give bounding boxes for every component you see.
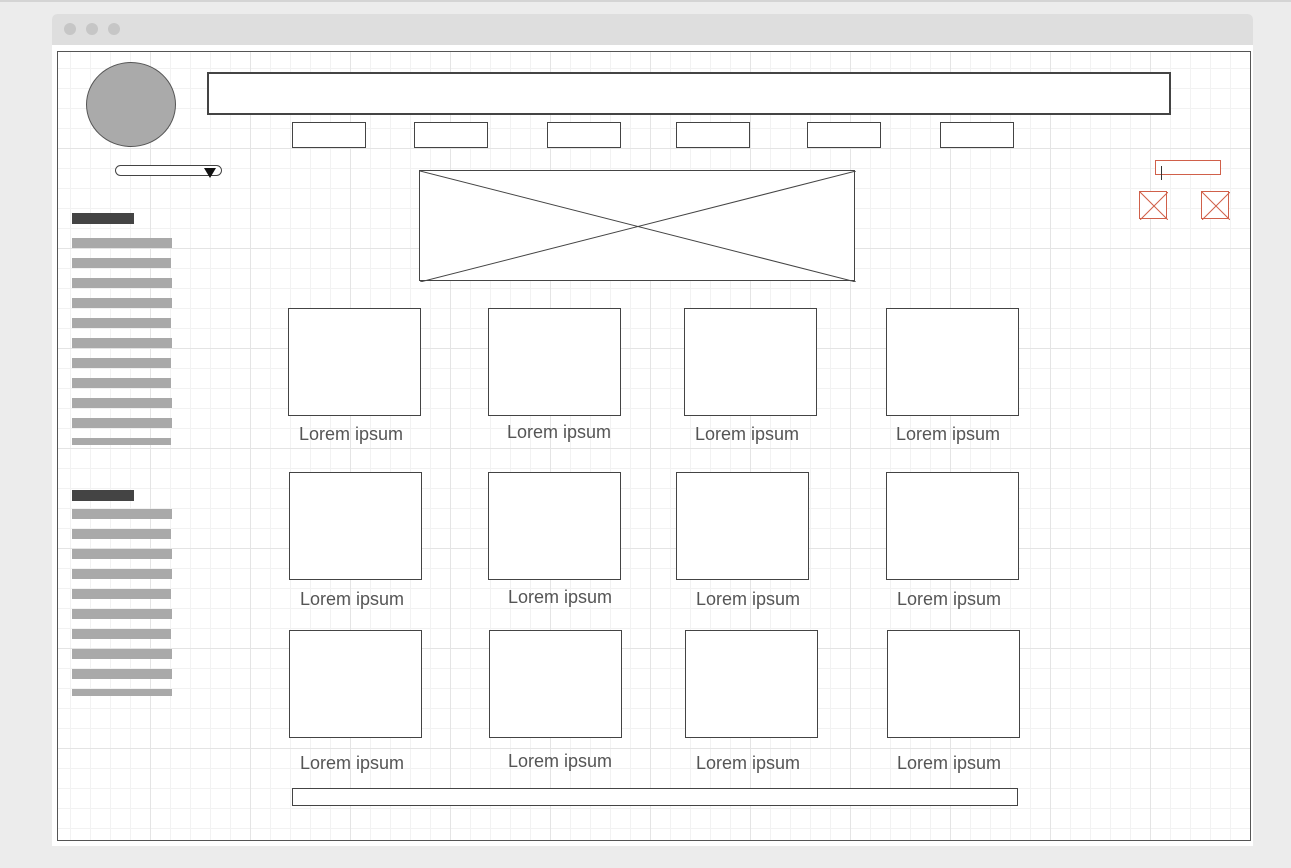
- sidebar-item[interactable]: [72, 378, 171, 388]
- product-tile-11[interactable]: [685, 630, 818, 738]
- sidebar-item[interactable]: [72, 258, 171, 268]
- nav-button-3[interactable]: [547, 122, 621, 148]
- category-dropdown[interactable]: [115, 165, 222, 178]
- product-tile-4[interactable]: [886, 308, 1019, 416]
- sidebar-item[interactable]: [72, 438, 171, 445]
- social-image-placeholder-2[interactable]: [1201, 191, 1230, 220]
- sidebar-item[interactable]: [72, 669, 172, 679]
- product-tile-1[interactable]: [288, 308, 421, 416]
- window-titlebar: [52, 14, 1253, 45]
- product-caption-2[interactable]: Lorem ipsum: [489, 421, 629, 443]
- sidebar-item[interactable]: [72, 278, 172, 288]
- image-placeholder-icon: [420, 171, 856, 282]
- footer-bar[interactable]: [292, 788, 1018, 806]
- sidebar-item[interactable]: [72, 529, 171, 539]
- product-tile-9[interactable]: [289, 630, 422, 738]
- product-caption-6[interactable]: Lorem ipsum: [490, 586, 630, 608]
- dropdown-triangle-icon: [204, 168, 216, 178]
- sidebar-heading-2: [72, 490, 134, 501]
- sidebar-item[interactable]: [72, 629, 171, 639]
- sidebar-item[interactable]: [72, 398, 172, 408]
- sidebar-item[interactable]: [72, 649, 172, 659]
- sidebar-item[interactable]: [72, 509, 172, 519]
- hero-image-placeholder: [419, 170, 856, 282]
- product-caption-4[interactable]: Lorem ipsum: [878, 423, 1018, 445]
- nav-button-1[interactable]: [292, 122, 366, 148]
- nav-button-4[interactable]: [676, 122, 750, 148]
- product-caption-7[interactable]: Lorem ipsum: [678, 588, 818, 610]
- product-caption-11[interactable]: Lorem ipsum: [678, 752, 818, 774]
- login-input-field[interactable]: [1155, 160, 1221, 180]
- maximize-window-dot-icon[interactable]: [108, 23, 120, 35]
- product-caption-9[interactable]: Lorem ipsum: [282, 752, 422, 774]
- text-cursor: [1161, 166, 1162, 180]
- sidebar-item[interactable]: [72, 318, 171, 328]
- product-tile-2[interactable]: [488, 308, 621, 416]
- sidebar-heading-1: [72, 213, 134, 224]
- sidebar-item[interactable]: [72, 689, 172, 696]
- product-tile-5[interactable]: [289, 472, 422, 580]
- product-caption-1[interactable]: Lorem ipsum: [281, 423, 421, 445]
- product-tile-10[interactable]: [489, 630, 622, 738]
- sidebar-item[interactable]: [72, 238, 172, 248]
- product-tile-8[interactable]: [886, 472, 1019, 580]
- sidebar-item[interactable]: [72, 358, 171, 368]
- product-caption-12[interactable]: Lorem ipsum: [879, 752, 1019, 774]
- image-placeholder-icon: [1202, 192, 1230, 220]
- nav-button-5[interactable]: [807, 122, 881, 148]
- sidebar-item[interactable]: [72, 569, 172, 579]
- sidebar-item[interactable]: [72, 418, 172, 428]
- nav-button-2[interactable]: [414, 122, 488, 148]
- product-tile-7[interactable]: [676, 472, 809, 580]
- header-search-bar[interactable]: [207, 72, 1171, 115]
- nav-button-6[interactable]: [940, 122, 1014, 148]
- sidebar-item[interactable]: [72, 609, 172, 619]
- product-caption-5[interactable]: Lorem ipsum: [282, 588, 422, 610]
- product-caption-10[interactable]: Lorem ipsum: [490, 750, 630, 772]
- product-tile-3[interactable]: [684, 308, 817, 416]
- avatar-placeholder[interactable]: [86, 62, 176, 147]
- product-tile-6[interactable]: [488, 472, 621, 580]
- sidebar-item[interactable]: [72, 338, 172, 348]
- sidebar-item[interactable]: [72, 589, 171, 599]
- screen-top-edge: [0, 0, 1291, 2]
- product-caption-8[interactable]: Lorem ipsum: [879, 588, 1019, 610]
- image-placeholder-icon: [1140, 192, 1168, 220]
- close-window-dot-icon[interactable]: [64, 23, 76, 35]
- product-caption-3[interactable]: Lorem ipsum: [677, 423, 817, 445]
- sidebar-item[interactable]: [72, 549, 172, 559]
- social-image-placeholder-1[interactable]: [1139, 191, 1168, 220]
- product-tile-12[interactable]: [887, 630, 1020, 738]
- sidebar-item[interactable]: [72, 298, 172, 308]
- minimize-window-dot-icon[interactable]: [86, 23, 98, 35]
